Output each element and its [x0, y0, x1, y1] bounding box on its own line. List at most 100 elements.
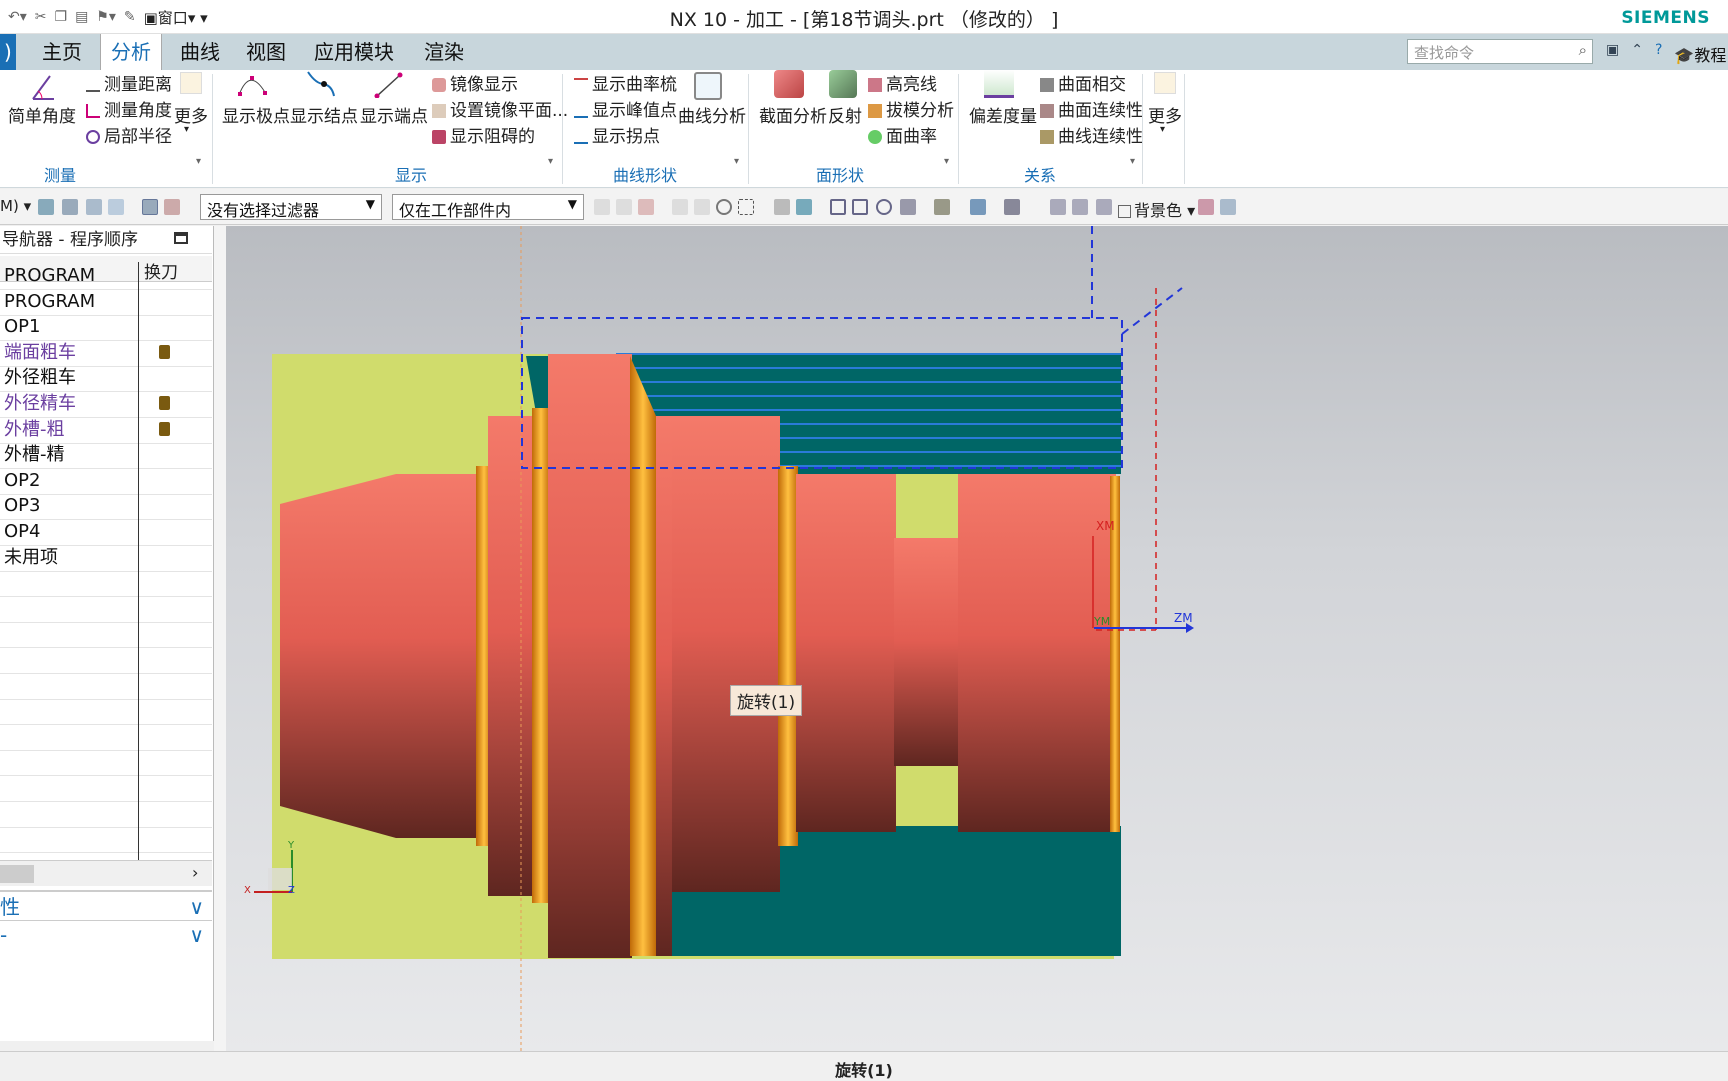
measure-tool-icon[interactable] [1220, 199, 1236, 215]
show-poles-button[interactable]: 显示极点 [222, 102, 290, 127]
show-endpoints-button[interactable]: 显示端点 [360, 102, 428, 127]
navigator-row[interactable]: OP4 [0, 518, 212, 546]
inflections-button[interactable]: 显示拐点 [574, 122, 660, 147]
pan-icon[interactable] [852, 199, 868, 215]
tab-application[interactable]: 应用模块 [304, 34, 404, 70]
face-curvature-icon [868, 130, 882, 144]
tab-render[interactable]: 渲染 [414, 34, 474, 70]
selection-filter-dropdown[interactable]: 没有选择过滤器 ▼ [200, 194, 382, 220]
menu-button[interactable]: M) ▾ [0, 197, 31, 215]
group-expand-icon[interactable]: ▾ [196, 156, 201, 167]
boundary-line [1121, 287, 1183, 335]
tutorial-link[interactable]: 🎓教程 [1674, 42, 1726, 66]
more-measure-button[interactable]: 更多 [174, 102, 208, 127]
tab-analysis[interactable]: 分析 [100, 34, 162, 70]
face-curvature-button[interactable]: 面曲率 [868, 122, 937, 147]
background-color-button[interactable]: 背景色 ▾ [1118, 197, 1195, 221]
navigator-row[interactable]: 外径粗车 [0, 364, 212, 393]
empty-row [0, 825, 212, 854]
navigator-row[interactable]: PROGRAM [0, 262, 212, 290]
navigator-row[interactable]: 端面粗车 [0, 339, 212, 367]
navigator-row[interactable]: OP1 [0, 313, 212, 342]
shaded-view-icon[interactable] [796, 199, 812, 215]
reflection-button[interactable]: 反射 [828, 102, 862, 127]
local-radius-button[interactable]: 局部半径 [86, 122, 172, 147]
restore-icon[interactable]: ▣ [1606, 42, 1619, 66]
deviation-gauge-button[interactable]: 偏差度量 [969, 102, 1037, 127]
scrollbar-thumb[interactable] [0, 865, 34, 883]
curve-continuity-button[interactable]: 曲线连续性 [1040, 122, 1143, 147]
measure-distance-button[interactable]: 测量距离 [86, 70, 172, 95]
select-body-icon[interactable] [62, 199, 78, 215]
select-feature-icon[interactable] [38, 199, 54, 215]
horizontal-scrollbar[interactable]: › [0, 860, 212, 886]
display-edges-icon[interactable] [970, 199, 986, 215]
show-blocking-button[interactable]: 显示阻碍的 [432, 122, 535, 147]
tab-home[interactable]: 主页 [32, 34, 92, 70]
part-step-1 [396, 474, 476, 838]
set-mirror-plane-button[interactable]: 设置镜像平面... [432, 96, 568, 121]
wcs-icon[interactable] [1072, 199, 1088, 215]
part-step-5 [796, 474, 896, 832]
chevron-right-icon[interactable]: › [192, 863, 198, 882]
group-expand-icon[interactable]: ▾ [734, 156, 739, 167]
snap-center-icon[interactable] [694, 199, 710, 215]
zoom-icon[interactable] [830, 199, 846, 215]
selection-scope-dropdown[interactable]: 仅在工作部件内 ▼ [392, 194, 584, 220]
selection-toolbar: M) ▾ 没有选择过滤器 ▼ 仅在工作部件内 ▼ 背景色 ▾ [0, 189, 1728, 225]
measure-angle-button[interactable]: 测量角度 [86, 96, 172, 121]
orient-view-icon[interactable] [900, 199, 916, 215]
graphics-viewport[interactable]: XM YM ZM X Y Z 旋转(1) [226, 226, 1728, 1051]
property-panel-header[interactable]: 性 ∨ [0, 890, 212, 920]
snap-arc-icon[interactable] [716, 199, 732, 215]
curve-analysis-button[interactable]: 曲线分析 [678, 102, 746, 127]
simple-angle-button[interactable]: 简单角度 [8, 102, 76, 127]
navigator-row[interactable]: 外槽-精 [0, 441, 212, 470]
fit-view-icon[interactable] [774, 199, 790, 215]
peak-points-button[interactable]: 显示峰值点 [574, 96, 677, 121]
measure-group-label: 测量 [43, 166, 76, 185]
section-view-icon[interactable] [1004, 199, 1020, 215]
snap-intersection-icon[interactable] [672, 199, 688, 215]
reflection-icon [829, 70, 857, 98]
face-continuity-button[interactable]: 曲面连续性 [1040, 96, 1143, 121]
snap-midpoint-icon[interactable] [616, 199, 632, 215]
align-icon[interactable] [1096, 199, 1112, 215]
snap-control-icon[interactable] [638, 199, 654, 215]
tab-curve[interactable]: 曲线 [170, 34, 230, 70]
tab-file[interactable]: ) [0, 34, 16, 70]
snap-point-icon[interactable] [142, 199, 158, 215]
dependency-panel-header[interactable]: - ∨ [0, 920, 212, 948]
group-expand-icon[interactable]: ▾ [548, 156, 553, 167]
layer-icon[interactable] [1050, 199, 1066, 215]
snap-endpoint-icon[interactable] [594, 199, 610, 215]
group-expand-icon[interactable]: ▾ [944, 156, 949, 167]
draft-analysis-button[interactable]: 拔模分析 [868, 96, 954, 121]
navigator-row[interactable]: 外径精车 [0, 390, 212, 418]
section-analysis-button[interactable]: 截面分析 [759, 102, 827, 127]
search-icon[interactable]: ⌕ [1579, 41, 1587, 59]
mirror-display-button[interactable]: 镜像显示 [432, 70, 518, 95]
select-face-icon[interactable] [86, 199, 102, 215]
face-intersection-button[interactable]: 曲面相交 [1040, 70, 1126, 95]
navigator-row[interactable]: OP3 [0, 492, 212, 521]
help-icon[interactable]: ? [1655, 42, 1662, 66]
rotate-icon[interactable] [876, 199, 892, 215]
navigator-row[interactable]: 外槽-粗 [0, 416, 212, 444]
group-expand-icon[interactable]: ▾ [1130, 156, 1135, 167]
search-input[interactable]: 查找命令 ⌕ [1407, 39, 1593, 64]
navigator-row[interactable]: PROGRAM [0, 288, 212, 316]
box-select-icon[interactable] [738, 199, 754, 215]
snap-options-icon[interactable] [164, 199, 180, 215]
highlight-lines-button[interactable]: 高亮线 [868, 70, 937, 95]
select-edge-icon[interactable] [108, 199, 124, 215]
navigator-row[interactable]: OP2 [0, 467, 212, 495]
tool-icon[interactable] [1198, 199, 1214, 215]
tab-view[interactable]: 视图 [236, 34, 296, 70]
maximize-icon[interactable] [174, 232, 188, 244]
render-style-icon[interactable] [934, 199, 950, 215]
collapse-ribbon-icon[interactable]: ⌃ [1631, 42, 1643, 66]
show-knots-button[interactable]: 显示结点 [290, 102, 358, 127]
navigator-row[interactable]: 未用项 [0, 544, 212, 572]
curvature-comb-button[interactable]: 显示曲率梳 [574, 70, 677, 95]
